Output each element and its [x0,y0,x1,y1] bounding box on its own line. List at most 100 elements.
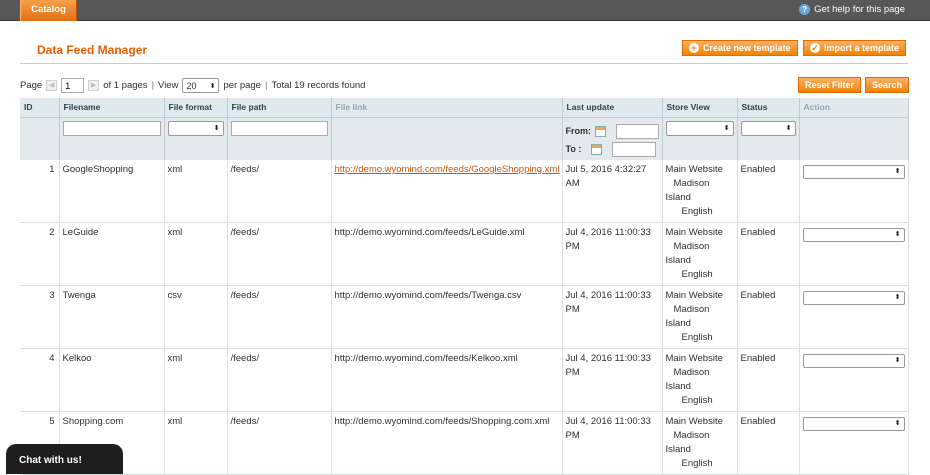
col-header-filename[interactable]: Filename [59,98,165,118]
select-arrows-icon: ⬍ [213,125,220,132]
from-label: From: [565,126,592,136]
file-link[interactable]: http://demo.wyomind.com/feeds/Shopping.c… [335,416,550,427]
cell-last-update: Jul 5, 2016 4:32:27 AM [562,160,663,223]
filter-store-cell: ⬍ [662,117,738,160]
cell-filename: Kelkoo [59,348,165,412]
tab-catalog[interactable]: Catalog [20,0,77,21]
table-row[interactable]: 5 Shopping.com xml/feeds/http://demo.wyomi… [20,411,909,475]
action-select[interactable]: ⬍ [802,165,905,179]
cell-action: ⬍ [799,285,909,349]
calendar-icon[interactable] [595,125,606,137]
cell-last-update: Jul 4, 2016 11:00:33 PM [562,222,663,286]
file-path-filter-input[interactable] [230,120,328,136]
cell-file-path: /feeds/ [227,411,332,475]
cell-status: Enabled [737,348,800,412]
last-update-date: Jul 5, 2016 4:32:27 [565,164,647,175]
cell-file-format: xml [164,222,228,286]
col-header-last-update[interactable]: Last update [562,98,663,118]
chat-widget-button[interactable]: Chat with us! [6,444,123,474]
cell-status: Enabled [737,160,800,223]
action-select[interactable]: ⬍ [802,354,905,368]
store-name: Madison [673,304,710,315]
store-view-name: English [681,458,713,469]
cell-action: ⬍ [799,411,909,475]
help-label: Get help for this page [814,4,905,15]
filter-link-cell [331,117,563,160]
view-label: View [158,80,179,91]
action-select[interactable]: ⬍ [802,228,905,242]
col-header-store-view[interactable]: Store View [662,98,738,118]
store-name: Madison [673,178,710,189]
date-to-input[interactable] [612,141,657,157]
action-select[interactable]: ⬍ [802,417,905,431]
col-header-file-format[interactable]: File format [164,98,228,118]
cell-status: Enabled [737,222,800,286]
cell-file-format: xml [164,411,228,475]
col-header-action: Action [799,98,909,118]
file-format-filter-select[interactable]: ⬍ [167,120,224,136]
action-select[interactable]: ⬍ [802,291,905,305]
file-link[interactable]: http://demo.wyomind.com/feeds/Twenga.csv [335,290,522,301]
file-link[interactable]: http://demo.wyomind.com/feeds/Kelkoo.xml [335,353,518,364]
store-view-filter-select[interactable]: ⬍ [665,120,734,136]
select-arrows-icon: ⬍ [894,357,901,364]
store-website: Main Website [665,416,723,427]
store-name-cont: Island [665,318,691,329]
view-select[interactable]: 20 ⬍ [182,78,220,93]
store-view-name: English [681,206,713,217]
import-template-button[interactable]: ✓ Import a template [803,40,907,56]
cell-file-link: http://demo.wyomind.com/feeds/Kelkoo.xml [331,348,563,412]
top-bar: Catalog ? Get help for this page [0,0,930,21]
table-row[interactable]: 1 GoogleShopping xml/feeds/http://demo.wyo… [20,160,909,223]
per-page-text: per page [223,80,261,91]
col-header-status[interactable]: Status [737,98,800,118]
last-update-ampm: PM [565,367,580,378]
col-header-file-path[interactable]: File path [227,98,332,118]
select-arrows-icon: ⬍ [894,231,901,238]
date-to-row: To : [565,141,659,157]
cell-action: ⬍ [799,222,909,286]
col-header-id[interactable]: ID [20,98,60,118]
status-filter-select[interactable]: ⬍ [740,120,796,136]
table-row[interactable]: 3 Twenga csv/feeds/http://demo.wyomind.com… [20,285,909,349]
filename-filter-input[interactable] [62,120,161,136]
help-link[interactable]: ? Get help for this page [799,4,905,15]
calendar-icon[interactable] [591,143,603,155]
store-name: Madison [673,241,710,252]
search-button[interactable]: Search [865,77,910,93]
create-template-button[interactable]: + Create new template [682,40,798,56]
date-from-input[interactable] [615,123,659,139]
cell-status: Enabled [737,285,800,349]
select-arrows-icon: ⬍ [894,294,901,301]
separator: | [151,80,155,91]
store-view-name: English [681,395,713,406]
view-value: 20 [186,80,197,91]
cell-file-link: http://demo.wyomind.com/feeds/Twenga.csv [331,285,563,349]
cell-store-view: Main Website Madison Island English [662,348,738,412]
store-view-name: English [681,269,713,280]
store-website: Main Website [665,227,723,238]
next-page-button[interactable]: ▶ [88,80,100,91]
table-row[interactable]: 4 Kelkoo xml/feeds/http://demo.wyomind.com… [20,348,909,412]
title-divider [20,63,908,64]
checkmark-icon: ✓ [810,43,820,53]
reset-filter-button[interactable]: Reset Filter [798,77,862,93]
cell-status: Enabled [737,411,800,475]
plus-icon: + [689,43,699,53]
filter-id-cell [20,117,60,160]
filter-action-cell [799,117,909,160]
last-update-date: Jul 4, 2016 11:00:33 [565,353,651,364]
store-name-cont: Island [665,381,691,392]
select-arrows-icon: ⬍ [723,125,730,132]
to-label: To : [565,144,582,154]
table-row[interactable]: 2 LeGuide xml/feeds/http://demo.wyomind.co… [20,222,909,286]
file-link[interactable]: http://demo.wyomind.com/feeds/GoogleShop… [335,164,560,175]
cell-file-format: csv [164,285,228,349]
prev-page-button[interactable]: ◀ [46,80,58,91]
store-name: Madison [673,367,710,378]
page-input[interactable] [61,78,85,93]
col-header-file-link: File link [331,98,563,118]
cell-last-update: Jul 4, 2016 11:00:33 PM [562,285,663,349]
file-link[interactable]: http://demo.wyomind.com/feeds/LeGuide.xm… [335,227,525,238]
cell-store-view: Main Website Madison Island English [662,222,738,286]
